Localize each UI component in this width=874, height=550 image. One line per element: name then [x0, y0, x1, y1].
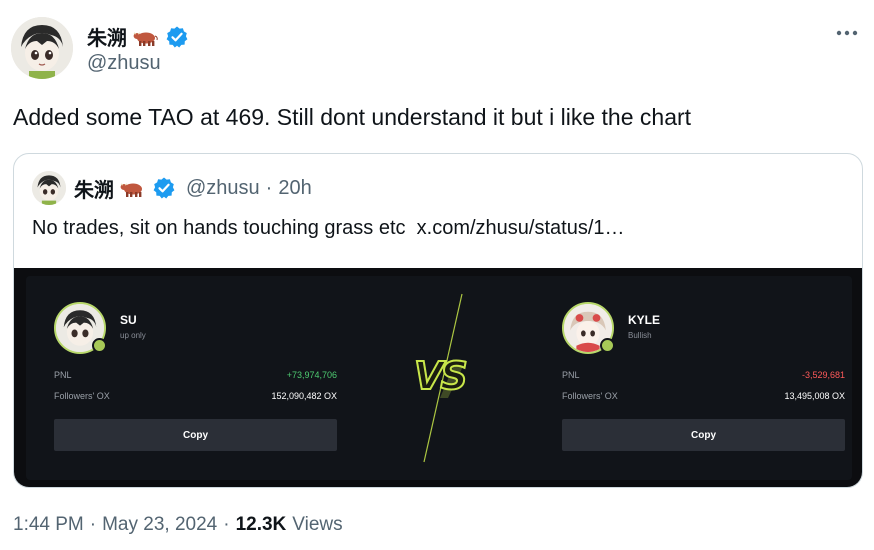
- separator: ·: [89, 514, 97, 535]
- quoted-tweet[interactable]: 朱溯 @zhusu · 20h No trades, sit on hands …: [13, 153, 863, 488]
- copy-trade-comparison-card: SU up only PNL +73,974,706 Followers' OX…: [26, 276, 852, 480]
- trader-subtitle: Bullish: [628, 331, 652, 340]
- trader-name: SU: [120, 313, 137, 327]
- more-horizontal-icon: [836, 30, 858, 36]
- followers-value: 152,090,482 OX: [271, 391, 337, 401]
- vs-graphic: VS: [396, 276, 486, 480]
- quoted-author-name: 朱溯: [74, 179, 114, 202]
- quoted-header: 朱溯 @zhusu · 20h: [32, 171, 312, 205]
- quoted-author-handle: @zhusu: [186, 176, 260, 199]
- author-name-row[interactable]: 朱溯: [87, 22, 189, 51]
- post-time[interactable]: 1:44 PM: [13, 514, 84, 536]
- author-handle[interactable]: @zhusu: [87, 52, 161, 75]
- check-badge-icon: [600, 338, 615, 353]
- more-options-button[interactable]: [832, 18, 862, 48]
- views-label: Views: [292, 514, 343, 535]
- pnl-label: PNL: [54, 370, 72, 380]
- quoted-separator: ·: [265, 176, 273, 199]
- pnl-value: +73,974,706: [286, 370, 337, 380]
- author-avatar[interactable]: [11, 17, 73, 79]
- check-badge-icon: [92, 338, 107, 353]
- quoted-text: No trades, sit on hands touching grass e…: [32, 217, 625, 239]
- ox-emoji-icon: [120, 178, 146, 198]
- quoted-avatar: [32, 171, 66, 205]
- followers-label: Followers' OX: [562, 391, 618, 401]
- vs-label: VS: [413, 353, 469, 399]
- copy-button: Copy: [562, 419, 845, 451]
- verified-badge-icon[interactable]: [165, 25, 189, 49]
- followers-value: 13,495,008 OX: [784, 391, 845, 401]
- author-name[interactable]: 朱溯: [87, 22, 127, 51]
- ox-emoji-icon: [133, 27, 159, 47]
- tweet-text: Added some TAO at 469. Still dont unders…: [13, 104, 692, 130]
- tweet-metadata: 1:44 PM · May 23, 2024 · 12.3K Views: [13, 514, 343, 536]
- views-count[interactable]: 12.3K: [236, 514, 287, 536]
- pnl-label: PNL: [562, 370, 580, 380]
- followers-label: Followers' OX: [54, 391, 110, 401]
- pnl-value: -3,529,681: [801, 370, 845, 380]
- tweet: 朱溯 @zhusu Added some TAO at 469. Still d…: [0, 0, 874, 550]
- verified-badge-icon: [152, 176, 176, 200]
- trader-card-kyle: KYLE Bullish PNL -3,529,681 Followers' O…: [562, 276, 862, 476]
- post-date[interactable]: May 23, 2024: [102, 514, 217, 536]
- quoted-media-image[interactable]: SU up only PNL +73,974,706 Followers' OX…: [14, 268, 862, 487]
- separator: ·: [223, 514, 230, 535]
- trader-subtitle: up only: [120, 331, 146, 340]
- trader-name: KYLE: [628, 313, 661, 327]
- trader-card-su: SU up only PNL +73,974,706 Followers' OX…: [54, 276, 354, 476]
- copy-button: Copy: [54, 419, 337, 451]
- quoted-timestamp: 20h: [278, 176, 312, 199]
